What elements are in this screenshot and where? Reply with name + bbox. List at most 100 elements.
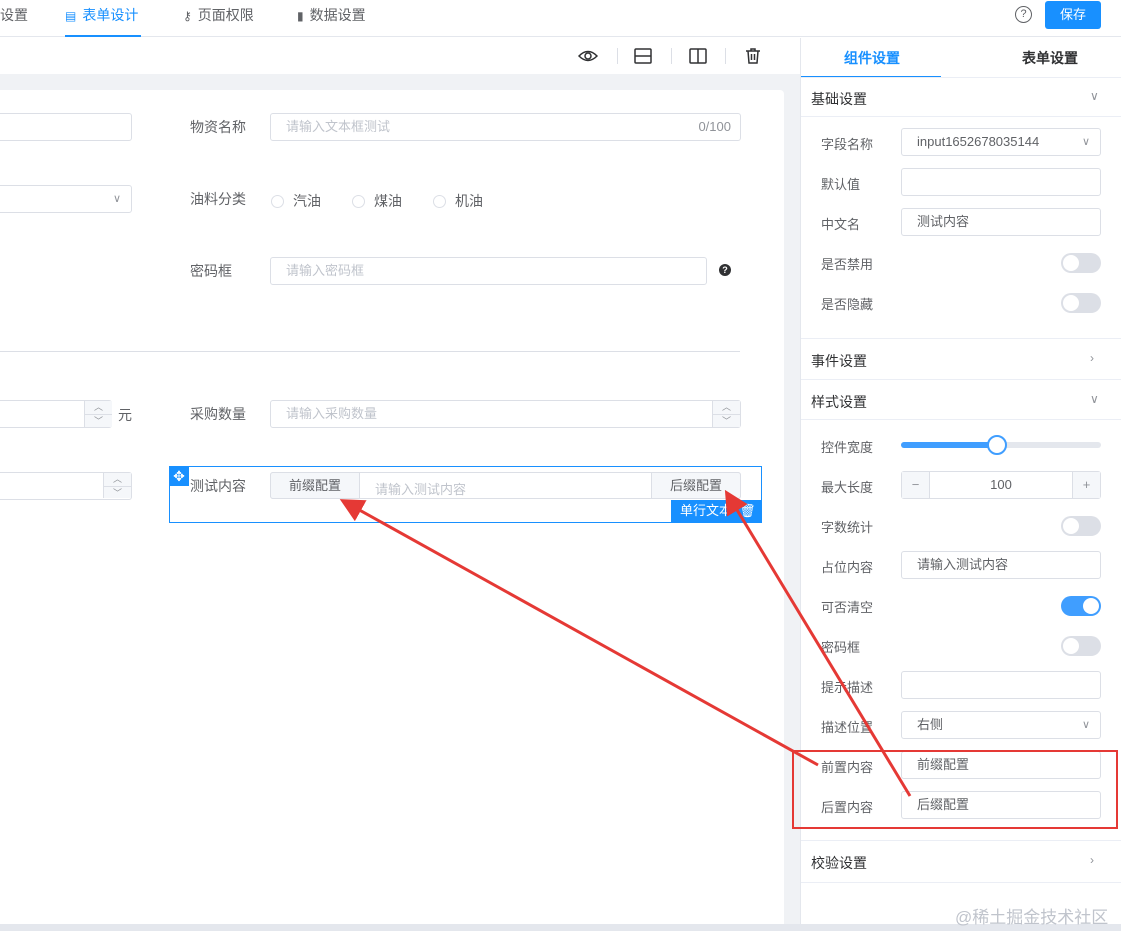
unit-label: 元: [118, 407, 132, 423]
placeholder-label: 占位内容: [821, 560, 874, 575]
chevron-down-icon[interactable]: ∨: [1090, 392, 1099, 406]
chinese-name-input[interactable]: 测试内容: [901, 208, 1101, 236]
down-arrow-icon[interactable]: ﹀: [104, 486, 131, 499]
question-circle-icon[interactable]: ?: [719, 264, 731, 276]
canvas-toolbar: [0, 38, 800, 74]
chevron-down-icon[interactable]: ∨: [1090, 89, 1099, 103]
radio-option[interactable]: 汽油: [271, 191, 321, 211]
annotation-highlight-box: [792, 750, 1118, 829]
word-count-toggle[interactable]: [1061, 516, 1101, 536]
chevron-down-icon: ∨: [1081, 136, 1090, 148]
panel-divider: [801, 338, 1121, 339]
up-arrow-icon[interactable]: ︿: [713, 401, 740, 414]
up-arrow-icon[interactable]: ︿: [85, 401, 112, 414]
tip-position-select[interactable]: 右侧 ∨: [901, 711, 1101, 739]
password-label: 密码框: [190, 263, 232, 279]
max-length-label: 最大长度: [821, 480, 874, 495]
purchase-qty-input[interactable]: 请输入采购数量: [270, 400, 741, 428]
radio-circle-icon: [352, 195, 365, 208]
toolbar-divider: [671, 48, 672, 64]
char-count: 0/100: [698, 119, 731, 134]
chevron-down-icon: ∨: [112, 193, 121, 205]
default-value-input[interactable]: [901, 168, 1101, 196]
default-value-label: 默认值: [821, 177, 861, 192]
tab-settings[interactable]: 设置: [0, 0, 28, 37]
purchase-qty-label: 采购数量: [190, 406, 246, 422]
clearable-toggle[interactable]: [1061, 596, 1101, 616]
field-name-label: 字段名称: [821, 137, 874, 152]
number-stepper[interactable]: ︿ ﹀: [84, 401, 112, 427]
tab-data-settings[interactable]: ▮ 数据设置: [297, 0, 366, 37]
section-events[interactable]: 事件设置: [811, 351, 867, 371]
cutoff-input[interactable]: [0, 113, 132, 141]
disabled-toggle[interactable]: [1061, 253, 1101, 273]
disabled-label: 是否禁用: [821, 257, 874, 272]
chinese-name-label: 中文名: [821, 217, 861, 232]
toolbar-divider: [725, 48, 726, 64]
up-arrow-icon[interactable]: ︿: [104, 473, 131, 486]
purchase-qty-stepper[interactable]: ︿ ﹀: [712, 401, 740, 427]
tab-component-settings[interactable]: 组件设置: [844, 48, 900, 68]
section-basic[interactable]: 基础设置: [811, 89, 867, 109]
suffix-addon: 后缀配置: [651, 472, 741, 499]
field-name-select[interactable]: input1652678035144 ∨: [901, 128, 1101, 156]
slider-fill: [901, 442, 997, 448]
panel-divider: [801, 379, 1121, 380]
tab-page-permission[interactable]: ⚷ 页面权限: [183, 0, 254, 37]
panel-divider: [801, 77, 1121, 78]
material-name-input[interactable]: 请输入文本框测试 0/100: [270, 113, 741, 141]
number-stepper-2[interactable]: ︿ ﹀: [103, 473, 131, 498]
chevron-right-icon[interactable]: ›: [1090, 351, 1094, 365]
radio-option[interactable]: 机油: [433, 191, 483, 211]
prefix-addon: 前缀配置: [270, 472, 360, 499]
panel-divider: [801, 882, 1121, 883]
row-layout-icon[interactable]: [633, 46, 653, 66]
width-label: 控件宽度: [821, 440, 874, 455]
hidden-toggle[interactable]: [1061, 293, 1101, 313]
test-content-placeholder: 请输入测试内容: [375, 482, 467, 497]
tip-position-label: 描述位置: [821, 720, 874, 735]
oil-type-label: 油料分类: [190, 191, 246, 207]
max-length-stepper[interactable]: − 100 +: [901, 471, 1101, 499]
minus-button[interactable]: −: [902, 472, 930, 498]
section-style[interactable]: 样式设置: [811, 392, 867, 412]
hidden-label: 是否隐藏: [821, 297, 874, 312]
top-bar: 设置 ▤ 表单设计 ⚷ 页面权限 ▮ 数据设置 ? 保存: [0, 0, 1121, 37]
password-input[interactable]: 请输入密码框: [270, 257, 707, 285]
down-arrow-icon[interactable]: ﹀: [85, 414, 112, 427]
preview-eye-icon[interactable]: [578, 46, 598, 66]
document-icon: ▤: [65, 9, 77, 23]
cutoff-select[interactable]: ∨: [0, 185, 132, 213]
tab-form-design[interactable]: ▤ 表单设计: [65, 0, 141, 37]
delete-icon[interactable]: 🗑: [739, 500, 756, 522]
panel-divider: [801, 419, 1121, 420]
toolbar-divider: [617, 48, 618, 64]
panel-divider: [801, 116, 1121, 117]
tip-input[interactable]: [901, 671, 1101, 699]
material-name-label: 物资名称: [190, 119, 246, 135]
radio-option[interactable]: 煤油: [352, 191, 402, 211]
slider-thumb[interactable]: [987, 435, 1007, 455]
plus-button[interactable]: +: [1072, 472, 1100, 498]
width-slider[interactable]: [901, 435, 1101, 455]
column-layout-icon[interactable]: [688, 46, 708, 66]
tip-label: 提示描述: [821, 680, 874, 695]
down-arrow-icon[interactable]: ﹀: [713, 414, 740, 427]
chevron-right-icon[interactable]: ›: [1090, 853, 1094, 867]
bottom-scrollbar[interactable]: [0, 924, 1121, 931]
clearable-label: 可否清空: [821, 600, 874, 615]
password-mode-toggle[interactable]: [1061, 636, 1101, 656]
trash-icon[interactable]: [743, 46, 763, 66]
password-mode-label: 密码框: [821, 640, 861, 655]
save-button[interactable]: 保存: [1045, 1, 1101, 29]
component-type-tag: 单行文本 🗑: [671, 500, 762, 522]
move-icon[interactable]: ✥: [169, 466, 189, 486]
section-validation[interactable]: 校验设置: [811, 853, 867, 873]
placeholder-input[interactable]: 请输入测试内容: [901, 551, 1101, 579]
help-icon[interactable]: ?: [1015, 6, 1032, 23]
watermark: @稀土掘金技术社区: [955, 908, 1109, 927]
bar-chart-icon: ▮: [297, 9, 304, 23]
key-icon: ⚷: [183, 9, 192, 23]
word-count-label: 字数统计: [821, 520, 874, 535]
tab-form-settings[interactable]: 表单设置: [1022, 48, 1078, 68]
